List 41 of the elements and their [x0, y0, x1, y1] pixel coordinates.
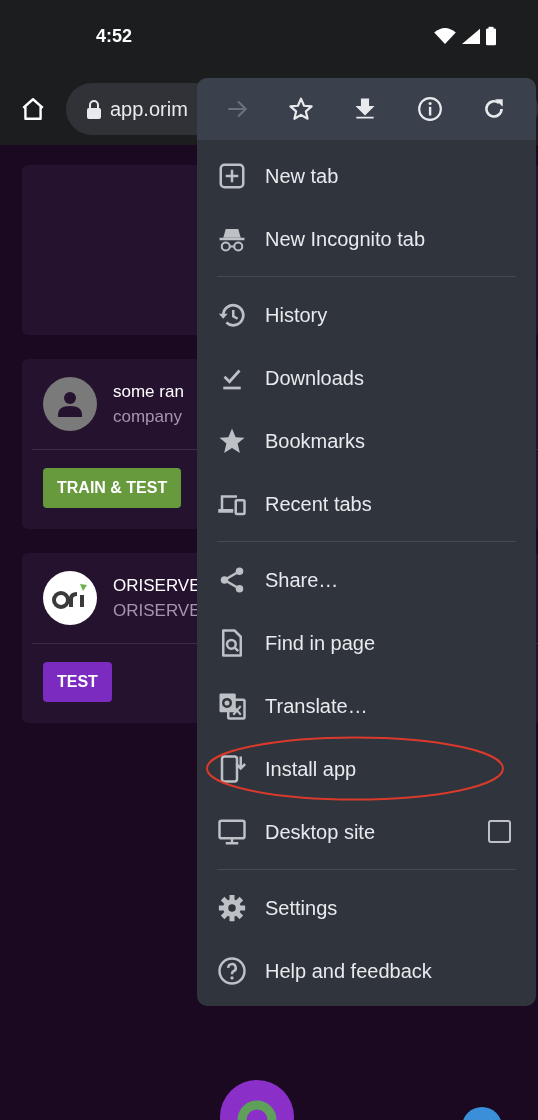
menu-label: Settings — [265, 895, 338, 921]
url-text: app.orim — [110, 96, 188, 122]
signal-icon — [460, 27, 482, 45]
menu-label: Install app — [265, 756, 357, 782]
menu-item[interactable]: New Incognito tab — [197, 207, 536, 270]
menu-item[interactable]: Downloads — [197, 346, 536, 409]
checkbox[interactable] — [488, 820, 511, 843]
wifi-icon — [434, 27, 456, 45]
menu-item[interactable]: Install app — [197, 737, 536, 800]
action-button[interactable]: TEST — [43, 662, 112, 702]
card-subtitle: company — [113, 406, 183, 428]
menu-label: Find in page — [265, 630, 376, 656]
menu-label: Downloads — [265, 365, 364, 391]
menu-label: Recent tabs — [265, 491, 372, 517]
lock-icon — [86, 98, 102, 119]
menu-label: Share… — [265, 567, 339, 593]
home-icon — [20, 95, 46, 122]
menu-label: New tab — [265, 163, 339, 189]
star-icon[interactable] — [288, 96, 315, 122]
help-icon — [217, 955, 247, 986]
menu-label: New Incognito tab — [265, 226, 426, 252]
card-title: some ran — [113, 380, 184, 403]
menu-item[interactable]: Translate… — [197, 674, 536, 737]
logo-icon — [43, 571, 97, 625]
menu-item[interactable]: Desktop site — [197, 800, 536, 863]
menu-item[interactable]: Bookmarks — [197, 409, 536, 472]
menu-label: History — [265, 302, 328, 328]
menu-label: Bookmarks — [265, 428, 366, 454]
menu-item[interactable]: New tab — [197, 144, 536, 207]
status-time: 4:52 — [96, 24, 133, 48]
settings-icon — [217, 892, 247, 923]
menu-label: Desktop site — [265, 819, 376, 845]
avatar-icon — [43, 377, 97, 431]
menu-item[interactable]: Settings — [197, 876, 536, 939]
menu-item[interactable]: Recent tabs — [197, 472, 536, 535]
menu-label: Help and feedback — [265, 958, 432, 984]
menu-item[interactable]: Help and feedback — [197, 939, 536, 1002]
menu-label: Translate… — [265, 693, 368, 719]
battery-icon — [486, 26, 496, 46]
info-icon[interactable] — [416, 96, 443, 122]
menu-item[interactable]: History — [197, 283, 536, 346]
